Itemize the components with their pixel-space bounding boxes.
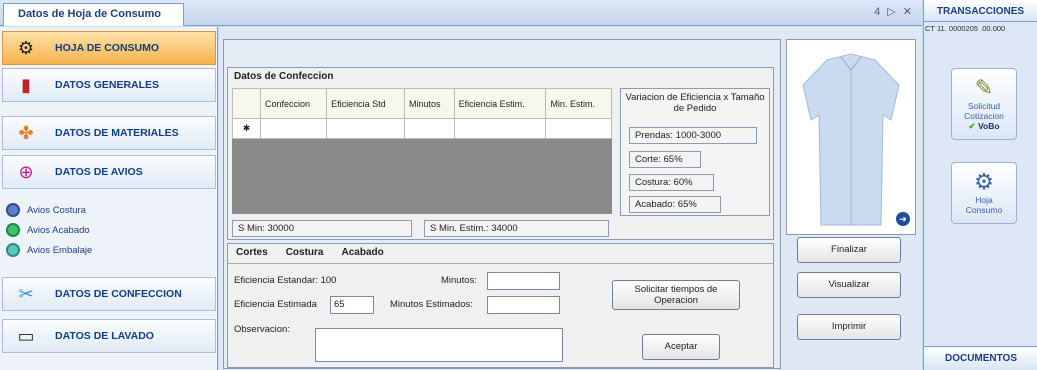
corte-label: Corte: 65% bbox=[629, 151, 701, 168]
column-header[interactable]: Confeccion bbox=[259, 88, 328, 119]
product-image: ➜ bbox=[786, 39, 916, 235]
tab-strip: Cortes Costura Acabado bbox=[228, 244, 773, 264]
costura-label: Costura: 60% bbox=[629, 174, 714, 191]
column-header[interactable]: Min. Estim. bbox=[545, 88, 612, 119]
shapes-icon: ✤ bbox=[18, 122, 34, 143]
eficiencia-estandar-label: Eficiencia Estandar: 100 bbox=[234, 275, 337, 286]
check-icon: ✔ bbox=[968, 121, 976, 131]
column-header[interactable]: Minutos bbox=[403, 88, 455, 119]
transacciones-header: TRANSACCIONES bbox=[924, 0, 1037, 22]
visualizar-button[interactable]: Visualizar bbox=[797, 272, 901, 298]
sidebar-item-datos-lavado[interactable]: ▭ DATOS DE LAVADO bbox=[2, 319, 216, 353]
document-icon: ▮ bbox=[21, 74, 31, 95]
cell[interactable] bbox=[326, 118, 405, 139]
subitem-label: Avios Costura bbox=[27, 204, 86, 216]
acabado-label: Acabado: 65% bbox=[629, 196, 721, 213]
tab-costura[interactable]: Costura bbox=[286, 247, 324, 260]
solicitar-tiempos-button[interactable]: Solicitar tiempos de Operacion bbox=[612, 280, 740, 310]
transacciones-panel: TRANSACCIONES CT 11. 0000205 .00.000 ✎ S… bbox=[923, 0, 1037, 370]
minutos-estimados-label: Minutos Estimados: bbox=[390, 299, 473, 310]
tab-hoja-consumo[interactable]: Datos de Hoja de Consumo bbox=[3, 3, 185, 26]
tile-label: Hoja bbox=[975, 195, 993, 205]
datos-confeccion-group: Datos de Confeccion Confeccion Eficienci… bbox=[227, 67, 774, 240]
subitem-avios-acabado[interactable]: Avios Acabado bbox=[6, 223, 90, 237]
subitem-avios-costura[interactable]: Avios Costura bbox=[6, 203, 86, 217]
minutos-estimados-input[interactable] bbox=[487, 296, 560, 314]
gear-doc-icon: ⚙ bbox=[974, 169, 994, 194]
shirt-image bbox=[802, 53, 900, 226]
observacion-label: Observacion: bbox=[234, 324, 290, 335]
sidebar-item-label: DATOS DE CONFECCION bbox=[55, 288, 182, 300]
tab-acabado[interactable]: Acabado bbox=[341, 247, 383, 260]
button-icon: ⊕ bbox=[18, 161, 34, 182]
avios-acabado-icon bbox=[6, 223, 20, 237]
sidebar-item-hoja-consumo[interactable]: ⚙ HOJA DE CONSUMO bbox=[2, 31, 216, 65]
tile-label: Solicitud bbox=[967, 101, 1001, 111]
variacion-box: Variacion de Eficiencia x Tamaño de Pedi… bbox=[620, 88, 770, 216]
tabs-panel: Cortes Costura Acabado Eficiencia Estand… bbox=[227, 243, 774, 368]
cell[interactable] bbox=[403, 118, 455, 139]
grid-corner bbox=[232, 88, 261, 119]
eficiencia-estimada-input[interactable]: 65 bbox=[330, 296, 374, 314]
cell[interactable] bbox=[259, 118, 328, 139]
finalizar-button[interactable]: Finalizar bbox=[797, 237, 901, 263]
cell[interactable] bbox=[453, 118, 547, 139]
sidebar-item-datos-generales[interactable]: ▮ DATOS GENERALES bbox=[2, 68, 216, 102]
next-arrow-icon[interactable]: ➜ bbox=[896, 212, 910, 226]
sidebar-item-datos-materiales[interactable]: ✤ DATOS DE MATERIALES bbox=[2, 116, 216, 150]
grid[interactable]: Confeccion Eficiencia Std Minutos Eficie… bbox=[232, 88, 612, 214]
vobo-label: VoBo bbox=[977, 121, 1000, 131]
sidebar-item-datos-avios[interactable]: ⊕ DATOS DE AVIOS bbox=[2, 155, 216, 189]
subitem-label: Avios Acabado bbox=[27, 224, 90, 236]
tab-controls[interactable]: 4 ▷ ✕ bbox=[874, 5, 914, 18]
new-row-marker: ✱ bbox=[232, 118, 261, 139]
variacion-title: Variacion de Eficiencia x Tamaño de Pedi… bbox=[625, 92, 765, 114]
eficiencia-estimada-label: Eficiencia Estimada bbox=[234, 299, 317, 310]
documentos-header[interactable]: DOCUMENTOS bbox=[924, 346, 1037, 370]
sidebar: ⚙ HOJA DE CONSUMO ▮ DATOS GENERALES ✤ DATOS… bbox=[0, 27, 218, 370]
table-row[interactable]: ✱ bbox=[232, 118, 612, 139]
main-panel: Datos de Confeccion Confeccion Eficienci… bbox=[219, 27, 922, 370]
solicitud-cotizacion-tile[interactable]: ✎ Solicitud Cotizacion ✔ VoBo bbox=[951, 68, 1017, 140]
sidebar-item-label: DATOS DE AVIOS bbox=[55, 166, 143, 178]
grid-header: Confeccion Eficiencia Std Minutos Eficie… bbox=[232, 88, 612, 119]
minutos-input[interactable] bbox=[487, 272, 560, 290]
avios-embalaje-icon bbox=[6, 243, 20, 257]
tab-cortes[interactable]: Cortes bbox=[236, 247, 268, 260]
column-header[interactable]: Eficiencia Estim. bbox=[453, 88, 547, 119]
sidebar-item-label: DATOS DE MATERIALES bbox=[55, 127, 179, 139]
imprimir-button[interactable]: Imprimir bbox=[797, 314, 901, 340]
group-title: Datos de Confeccion bbox=[234, 71, 334, 82]
minutos-label: Minutos: bbox=[441, 275, 477, 286]
wash-icon: ▭ bbox=[17, 325, 35, 346]
gear-doc-icon: ⚙ bbox=[17, 37, 35, 58]
sewing-icon: ✂ bbox=[18, 283, 34, 304]
hoja-consumo-tile[interactable]: ⚙ Hoja Consumo bbox=[951, 162, 1017, 224]
sidebar-item-label: HOJA DE CONSUMO bbox=[55, 42, 160, 54]
prendas-label: Prendas: 1000-3000 bbox=[629, 127, 757, 144]
sidebar-item-datos-confeccion[interactable]: ✂ DATOS DE CONFECCION bbox=[2, 277, 216, 311]
sidebar-item-label: DATOS GENERALES bbox=[55, 79, 160, 91]
smin-estim-field: S Min. Estim.: 34000 bbox=[424, 220, 609, 237]
tile-label: Consumo bbox=[965, 205, 1003, 215]
cell[interactable] bbox=[545, 118, 612, 139]
smin-field: S Min: 30000 bbox=[232, 220, 412, 237]
sidebar-item-label: DATOS DE LAVADO bbox=[55, 330, 154, 342]
checklist-icon: ✎ bbox=[974, 75, 994, 100]
observacion-input[interactable] bbox=[315, 328, 563, 362]
avios-costura-icon bbox=[6, 203, 20, 217]
aceptar-button[interactable]: Aceptar bbox=[642, 334, 720, 360]
tile-label: Cotizacion bbox=[964, 111, 1004, 121]
subitem-avios-embalaje[interactable]: Avios Embalaje bbox=[6, 243, 92, 257]
tab-bar: Datos de Hoja de Consumo 4 ▷ ✕ bbox=[0, 0, 922, 26]
column-header[interactable]: Eficiencia Std bbox=[326, 88, 405, 119]
subitem-label: Avios Embalaje bbox=[27, 244, 93, 256]
transaction-code: CT 11. 0000205 .00.000 bbox=[925, 24, 1006, 33]
